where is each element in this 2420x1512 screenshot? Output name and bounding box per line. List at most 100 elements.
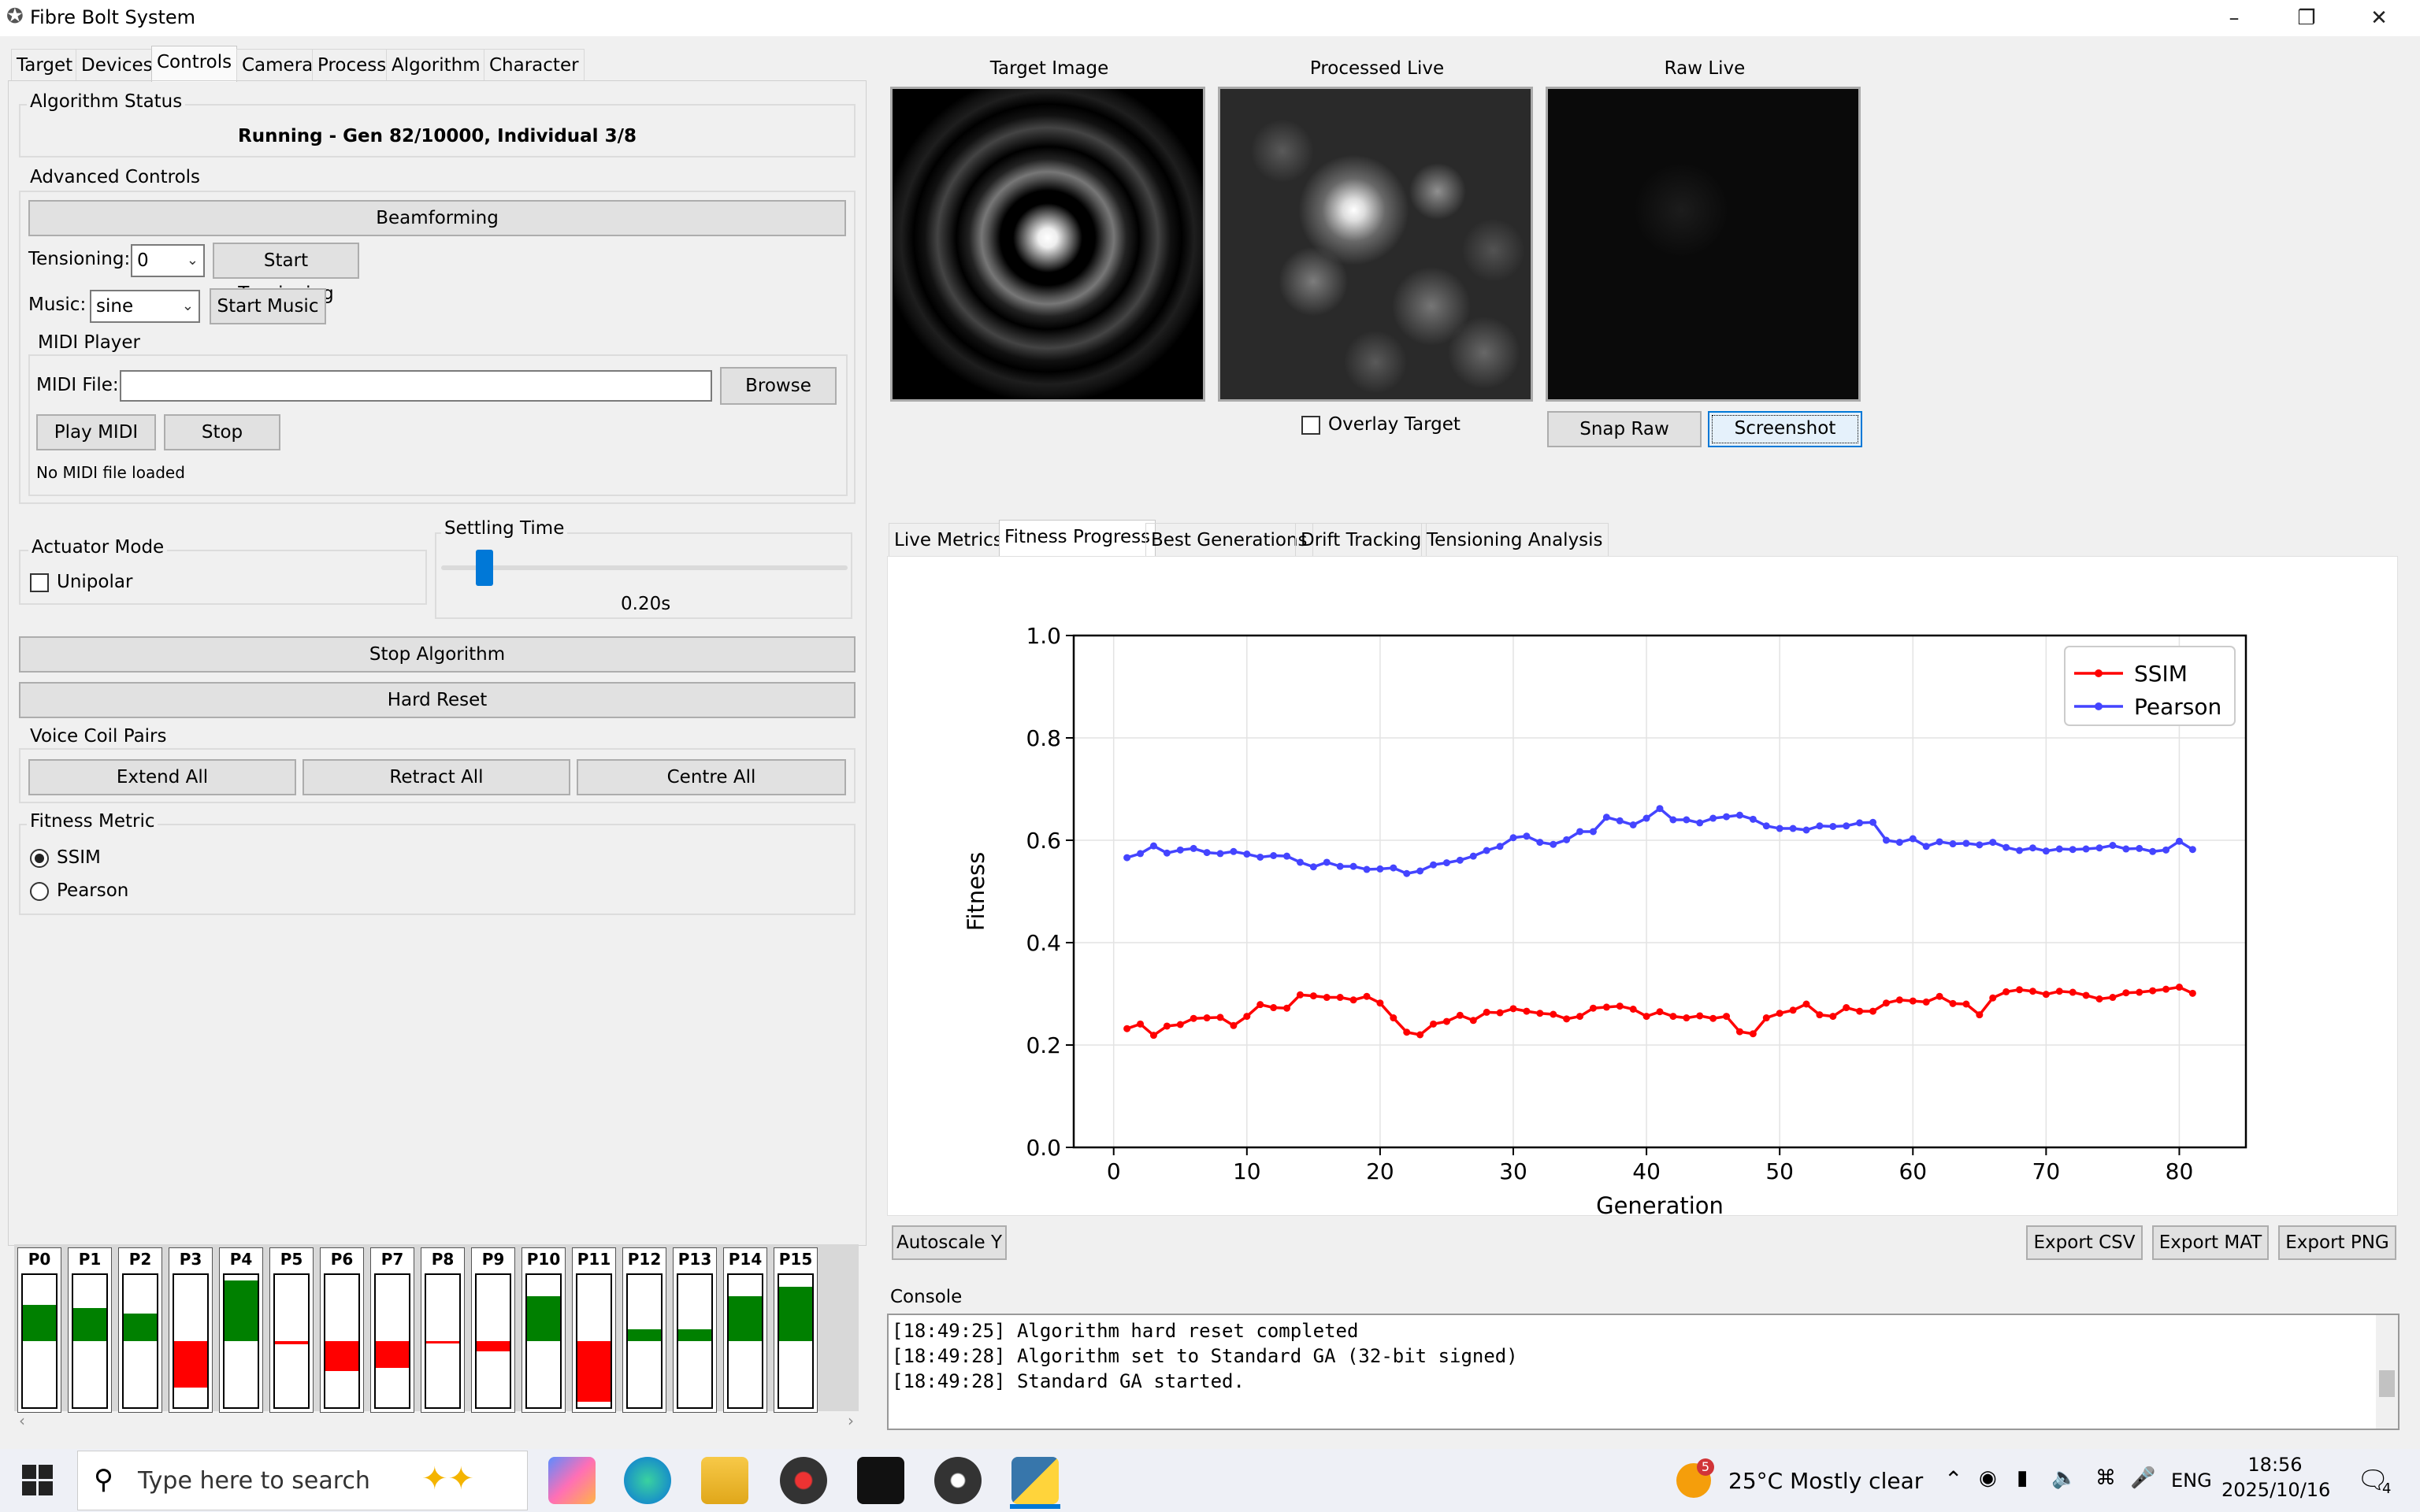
- tab-best-generations[interactable]: Best Generations: [1145, 523, 1313, 556]
- pair-fill: [779, 1287, 812, 1341]
- minimize-icon[interactable]: –: [2198, 0, 2270, 36]
- midi-file-input[interactable]: [120, 370, 712, 402]
- pair-label: P3: [179, 1250, 202, 1269]
- pair-slot-p4[interactable]: P4: [219, 1247, 263, 1413]
- pair-slot-p1[interactable]: P1: [68, 1247, 112, 1413]
- tab-live-metrics[interactable]: Live Metrics: [889, 523, 1008, 556]
- pair-slot-p2[interactable]: P2: [118, 1247, 162, 1413]
- pair-slot-p6[interactable]: P6: [320, 1247, 364, 1413]
- console-line: [18:49:28] Standard GA started.: [892, 1370, 1245, 1392]
- x-tick-label: 50: [1765, 1158, 1794, 1184]
- edge-icon[interactable]: [624, 1457, 671, 1504]
- screenshot-button[interactable]: Screenshot: [1708, 411, 1862, 447]
- plot-panel: 0 10 20 30 40 50 60 70 80 0.0 0.2 0.4 0.6 0.8 1.0 Gener…: [887, 556, 2398, 1216]
- export-csv-button[interactable]: Export CSV: [2026, 1225, 2143, 1260]
- pair-slot-p15[interactable]: P15: [774, 1247, 818, 1413]
- settling-slider-track[interactable]: [441, 565, 848, 570]
- clock-time[interactable]: 18:56: [2228, 1454, 2322, 1476]
- pair-slot-p3[interactable]: P3: [169, 1247, 213, 1413]
- tensioning-select[interactable]: 0 ⌄: [131, 244, 205, 277]
- data-point-pearson: [1483, 847, 1490, 854]
- file-explorer-icon[interactable]: [701, 1457, 748, 1504]
- console-scroll-thumb[interactable]: [2379, 1370, 2395, 1397]
- pair-slot-p8[interactable]: P8: [421, 1247, 465, 1413]
- stop-algorithm-button[interactable]: Stop Algorithm: [19, 636, 856, 673]
- export-png-button[interactable]: Export PNG: [2278, 1225, 2396, 1260]
- pair-slot-p11[interactable]: P11: [572, 1247, 616, 1413]
- pair-slot-p9[interactable]: P9: [471, 1247, 515, 1413]
- retract-all-button[interactable]: Retract All: [302, 759, 570, 795]
- python-app-icon[interactable]: [1011, 1457, 1059, 1504]
- tab-target[interactable]: Target: [11, 49, 79, 80]
- maximize-icon[interactable]: ❐: [2270, 0, 2343, 36]
- pair-slot-p7[interactable]: P7: [370, 1247, 414, 1413]
- extend-all-button[interactable]: Extend All: [28, 759, 296, 795]
- tab-drift-tracking[interactable]: Drift Tracking: [1295, 523, 1427, 556]
- centre-all-button[interactable]: Centre All: [577, 759, 846, 795]
- pair-slot-p0[interactable]: P0: [17, 1247, 61, 1413]
- camera-app-icon[interactable]: [934, 1457, 982, 1504]
- scroll-left-icon[interactable]: ‹: [19, 1411, 25, 1430]
- play-midi-button[interactable]: Play MIDI: [36, 414, 156, 450]
- tab-tensioning-analysis[interactable]: Tensioning Analysis: [1421, 523, 1609, 556]
- weather-text[interactable]: 25°C Mostly clear: [1728, 1468, 1923, 1494]
- settling-slider-thumb[interactable]: [476, 550, 493, 586]
- taskbar-search-box[interactable]: ⚲ Type here to search ✦✦: [77, 1451, 528, 1510]
- data-point-pearson: [2055, 845, 2063, 853]
- clock-date[interactable]: 2025/10/16: [2221, 1479, 2330, 1501]
- tab-process[interactable]: Process: [312, 49, 392, 80]
- tab-camera[interactable]: Camera: [236, 49, 319, 80]
- start-tensioning-button[interactable]: Start Tensioning: [213, 243, 359, 304]
- data-point-pearson: [1762, 822, 1770, 830]
- beamforming-button[interactable]: Beamforming: [28, 200, 846, 236]
- close-icon[interactable]: ✕: [2343, 0, 2415, 36]
- hard-reset-button[interactable]: Hard Reset: [19, 682, 856, 718]
- chevron-up-icon[interactable]: ⌃: [1944, 1466, 1962, 1492]
- obs-icon[interactable]: [780, 1457, 827, 1504]
- y-tick-label: 0.4: [1026, 930, 1061, 956]
- volume-icon[interactable]: 🔈: [2051, 1466, 2077, 1490]
- tab-character[interactable]: Character: [484, 49, 585, 80]
- meet-now-icon[interactable]: ◉: [1979, 1466, 1997, 1490]
- y-tick-label: 0.8: [1026, 725, 1061, 751]
- pair-slot-p13[interactable]: P13: [673, 1247, 717, 1413]
- console-scrollbar[interactable]: [2376, 1315, 2398, 1429]
- data-point-pearson: [1696, 819, 1704, 827]
- ssim-radio[interactable]: [30, 849, 49, 868]
- copilot-icon[interactable]: [548, 1457, 596, 1504]
- data-point-ssim: [1683, 1014, 1691, 1022]
- battery-icon[interactable]: ▮: [2017, 1466, 2028, 1490]
- tab-devices[interactable]: Devices: [76, 49, 158, 80]
- unipolar-checkbox[interactable]: [30, 573, 49, 592]
- microphone-icon[interactable]: 🎤: [2130, 1466, 2155, 1490]
- data-point-pearson: [1390, 864, 1397, 872]
- overlay-target-checkbox[interactable]: [1301, 416, 1320, 435]
- pair-slot-p14[interactable]: P14: [723, 1247, 767, 1413]
- tab-algorithm[interactable]: Algorithm: [386, 49, 486, 80]
- horizontal-scrollbar[interactable]: ‹ ›: [14, 1411, 859, 1435]
- tab-fitness-progress[interactable]: Fitness Progress: [999, 520, 1156, 558]
- pair-track: [727, 1273, 763, 1409]
- stop-midi-button[interactable]: Stop: [164, 414, 280, 450]
- autoscale-y-button[interactable]: Autoscale Y: [892, 1225, 1007, 1260]
- terminal-icon[interactable]: [857, 1457, 904, 1504]
- start-music-button[interactable]: Start Music: [210, 288, 326, 324]
- pair-label: P10: [526, 1250, 561, 1269]
- browse-button[interactable]: Browse: [720, 367, 837, 405]
- pair-slot-p5[interactable]: P5: [269, 1247, 314, 1413]
- data-point-ssim: [1962, 1000, 1970, 1008]
- pearson-radio[interactable]: [30, 882, 49, 901]
- windows-start-icon[interactable]: [22, 1465, 54, 1496]
- pair-slot-p12[interactable]: P12: [622, 1247, 666, 1413]
- snap-raw-button[interactable]: Snap Raw: [1547, 411, 1702, 447]
- console-output[interactable]: [18:49:25] Algorithm hard reset complete…: [887, 1314, 2400, 1430]
- tab-controls[interactable]: Controls: [151, 46, 238, 82]
- data-point-ssim: [1536, 1010, 1544, 1017]
- language-indicator[interactable]: ENG: [2171, 1469, 2212, 1492]
- export-mat-button[interactable]: Export MAT: [2152, 1225, 2269, 1260]
- y-tick-label: 0.0: [1026, 1135, 1061, 1161]
- scroll-right-icon[interactable]: ›: [848, 1411, 854, 1430]
- pair-slot-p10[interactable]: P10: [521, 1247, 566, 1413]
- music-select[interactable]: sine ⌄: [90, 290, 200, 323]
- network-icon[interactable]: ⌘: [2095, 1466, 2116, 1490]
